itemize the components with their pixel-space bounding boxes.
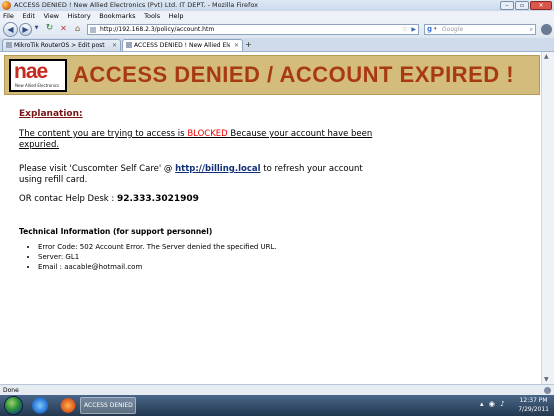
list-item-server: Server: GL1 xyxy=(38,252,277,262)
tab-close-icon[interactable]: ✕ xyxy=(112,40,117,51)
search-icon[interactable]: ⌕ xyxy=(530,25,533,34)
visit-prefix: Please visit 'Cuscomter Self Care' @ xyxy=(19,164,176,174)
history-dropdown-icon[interactable]: ▼ xyxy=(33,23,40,36)
firefox-icon xyxy=(2,1,11,10)
vertical-scrollbar[interactable]: ▲ ▼ xyxy=(541,52,554,384)
tab-favicon-icon xyxy=(6,42,12,48)
url-bar[interactable]: http://192.168.2.3/policy/account.htm ☆ … xyxy=(87,24,419,35)
back-button[interactable]: ◀ xyxy=(3,22,18,37)
logo-text: nae xyxy=(14,60,48,83)
tab-access-denied[interactable]: ACCESS DENIED ! New Allied Elec... ✕ xyxy=(122,39,243,51)
tab-strip: MikroTik RouterOS > Edit post ✕ ACCESS D… xyxy=(0,38,554,52)
menu-bar: File Edit View History Bookmarks Tools H… xyxy=(0,11,554,21)
start-button[interactable] xyxy=(4,396,23,415)
bookmark-star-icon[interactable]: ☆ xyxy=(402,25,408,34)
url-text: http://192.168.2.3/policy/account.htm xyxy=(100,26,215,33)
menu-edit[interactable]: Edit xyxy=(22,11,35,21)
helpdesk-label: OR contac Help Desk : xyxy=(19,194,117,204)
helpdesk-number: 92.333.3021909 xyxy=(116,194,199,204)
company-logo: nae New Allied Electronics xyxy=(9,59,67,92)
home-icon[interactable]: ⌂ xyxy=(71,23,84,36)
reload-icon[interactable]: ↻ xyxy=(43,23,56,36)
page-content: nae New Allied Electronics ACCESS DENIED… xyxy=(0,52,541,384)
list-item-error-code: Error Code: 502 Account Error. The Serve… xyxy=(38,242,277,252)
internet-explorer-icon[interactable] xyxy=(30,397,50,414)
tech-info-heading: Technical Information (for support perso… xyxy=(19,227,213,236)
clock-date: 7/29/2011 xyxy=(518,406,549,413)
search-placeholder: Google xyxy=(442,26,464,33)
billing-link[interactable]: http://billing.local xyxy=(175,164,260,174)
tray-volume-icon[interactable]: ♪ xyxy=(500,400,504,408)
status-addon-icon[interactable] xyxy=(544,387,551,394)
forward-button[interactable]: ▶ xyxy=(19,23,32,36)
explanation-heading: Explanation: xyxy=(19,109,83,119)
logo-subtitle: New Allied Electronics xyxy=(15,83,60,88)
header-banner: nae New Allied Electronics ACCESS DENIED… xyxy=(4,55,540,95)
menu-history[interactable]: History xyxy=(68,11,91,21)
system-tray: ▴ ◉ ♪ xyxy=(480,400,508,408)
google-engine-icon[interactable]: g xyxy=(427,25,432,34)
tab-label: MikroTik RouterOS > Edit post xyxy=(14,42,105,49)
menu-help[interactable]: Help xyxy=(169,11,184,21)
window-controls: – ▫ ✕ xyxy=(500,1,552,10)
blocked-word: BLOCKED xyxy=(187,129,228,139)
list-item-email: Email : aacable@hotmail.com xyxy=(38,262,277,272)
stop-icon[interactable]: ✕ xyxy=(57,23,70,36)
search-input[interactable]: g ▾ Google ⌕ xyxy=(424,24,536,35)
new-tab-button[interactable]: + xyxy=(245,38,252,51)
tab-favicon-icon xyxy=(126,42,132,48)
tray-network-icon[interactable]: ◉ xyxy=(489,400,495,408)
taskbar-window-button[interactable]: ACCESS DENIED ... xyxy=(80,397,136,414)
os-taskbar: ACCESS DENIED ... ▴ ◉ ♪ 12:37 PM 7/29/20… xyxy=(0,395,554,416)
addon-icon[interactable] xyxy=(541,24,552,35)
helpdesk-line: OR contac Help Desk : 92.333.3021909 xyxy=(19,194,199,204)
scroll-up-icon[interactable]: ▲ xyxy=(544,53,549,60)
menu-file[interactable]: File xyxy=(3,11,14,21)
menu-tools[interactable]: Tools xyxy=(144,11,160,21)
window-title: ACCESS DENIED ! New Allied Electronics (… xyxy=(14,1,258,9)
page-favicon-icon xyxy=(90,27,96,33)
go-arrow-icon[interactable]: ▶ xyxy=(411,25,416,34)
blocked-prefix: The content you are trying to access is xyxy=(19,129,188,139)
tech-info-list: Error Code: 502 Account Error. The Serve… xyxy=(28,242,277,272)
blocked-message: The content you are trying to access is … xyxy=(19,129,379,151)
refill-instructions: Please visit 'Cuscomter Self Care' @ htt… xyxy=(19,164,384,186)
tab-mikrotik[interactable]: MikroTik RouterOS > Edit post ✕ xyxy=(2,39,121,51)
tray-arrow-icon[interactable]: ▴ xyxy=(480,400,484,408)
tab-close-icon[interactable]: ✕ xyxy=(234,40,239,51)
system-clock[interactable]: 12:37 PM 7/29/2011 xyxy=(518,396,549,414)
engine-dropdown-icon[interactable]: ▾ xyxy=(434,25,437,34)
close-window-button[interactable]: ✕ xyxy=(530,1,552,10)
maximize-button[interactable]: ▫ xyxy=(515,1,529,10)
clock-time: 12:37 PM xyxy=(519,397,548,404)
menu-bookmarks[interactable]: Bookmarks xyxy=(99,11,135,21)
menu-view[interactable]: View xyxy=(44,11,59,21)
taskbar-window-label: ACCESS DENIED ... xyxy=(84,402,134,409)
page-title: ACCESS DENIED / ACCOUNT EXPIRED ! xyxy=(73,62,515,87)
navigation-toolbar: ◀ ▶ ▼ ↻ ✕ ⌂ http://192.168.2.3/policy/ac… xyxy=(0,21,554,39)
tab-label: ACCESS DENIED ! New Allied Elec... xyxy=(134,42,230,49)
minimize-button[interactable]: – xyxy=(500,1,514,10)
scroll-down-icon[interactable]: ▼ xyxy=(544,376,549,383)
firefox-taskbar-icon[interactable] xyxy=(58,397,78,414)
